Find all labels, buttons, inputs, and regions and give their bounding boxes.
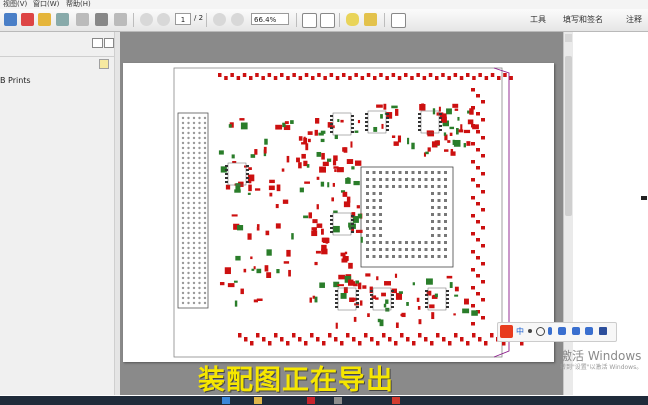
taskbar-app3-icon[interactable]: [392, 397, 400, 404]
fit-page-icon[interactable]: [320, 13, 335, 28]
bookmarks-panel: B Prints: [0, 32, 119, 395]
next-page-icon[interactable]: [157, 13, 170, 26]
menu-bar: 视图(V) 窗口(W) 帮助(H): [0, 0, 648, 9]
fit-width-icon[interactable]: [302, 13, 317, 28]
page-number-input[interactable]: 1: [175, 13, 191, 25]
prev-page-icon[interactable]: [140, 13, 153, 26]
main-chip-outline: [360, 166, 454, 268]
comment-icon[interactable]: [346, 13, 359, 26]
taskbar-pdf-icon[interactable]: [307, 397, 315, 404]
save-icon[interactable]: [76, 13, 89, 26]
taskbar: [0, 396, 648, 405]
zoom-out-icon[interactable]: [213, 13, 226, 26]
taskbar-app2-icon[interactable]: [334, 397, 342, 404]
punctuation-icon[interactable]: [528, 329, 532, 333]
page-total: / 2: [194, 14, 204, 22]
collapse-panel-icon[interactable]: [92, 38, 103, 48]
cursor-icon: [641, 196, 647, 200]
zoom-select[interactable]: 66.4%: [251, 13, 289, 25]
print-icon[interactable]: [95, 13, 108, 26]
close-panel-icon[interactable]: [104, 38, 114, 48]
toolbar: 1 / 2 66.4% 工具 填写和签名 注释: [0, 9, 648, 32]
pcb-drawing: [173, 67, 524, 358]
zoom-in-icon[interactable]: [231, 13, 244, 26]
options-icon[interactable]: [99, 59, 109, 69]
menu-view[interactable]: 视图(V): [3, 0, 27, 9]
expand-icon[interactable]: [391, 13, 406, 28]
fill-sign-button[interactable]: 填写和签名: [563, 14, 603, 26]
board-outline: [493, 67, 510, 358]
keyboard-icon[interactable]: [558, 327, 566, 335]
microphone-icon[interactable]: [548, 327, 552, 335]
skin-icon[interactable]: [572, 327, 580, 335]
edit-icon[interactable]: [38, 13, 51, 26]
tools-button[interactable]: 工具: [530, 14, 546, 26]
activation-watermark-detail: 转到"设置"以激活 Windows。: [560, 364, 643, 371]
menu-window[interactable]: 窗口(W): [33, 0, 59, 9]
video-caption: 装配图正在导出: [198, 365, 394, 396]
upload-icon[interactable]: [56, 13, 69, 26]
scroll-up-icon[interactable]: [565, 34, 572, 42]
ime-toolbar: 中: [497, 322, 617, 342]
emoji-icon[interactable]: [536, 327, 545, 336]
settings-icon[interactable]: [599, 327, 607, 335]
scroll-thumb[interactable]: [565, 56, 572, 216]
ime-language[interactable]: 中: [516, 326, 524, 337]
toolbox-icon[interactable]: [585, 327, 593, 335]
open-icon[interactable]: [4, 13, 17, 26]
sogou-logo-icon[interactable]: [500, 325, 513, 338]
pcb-page: [123, 63, 554, 362]
bookmark-item[interactable]: B Prints: [0, 76, 31, 85]
highlight-icon[interactable]: [364, 13, 377, 26]
create-icon[interactable]: [21, 13, 34, 26]
menu-help[interactable]: 帮助(H): [66, 0, 91, 9]
comment-button[interactable]: 注释: [626, 14, 642, 26]
taskbar-folder-icon[interactable]: [254, 397, 262, 404]
email-icon[interactable]: [114, 13, 127, 26]
taskbar-app-icon[interactable]: [222, 397, 230, 404]
